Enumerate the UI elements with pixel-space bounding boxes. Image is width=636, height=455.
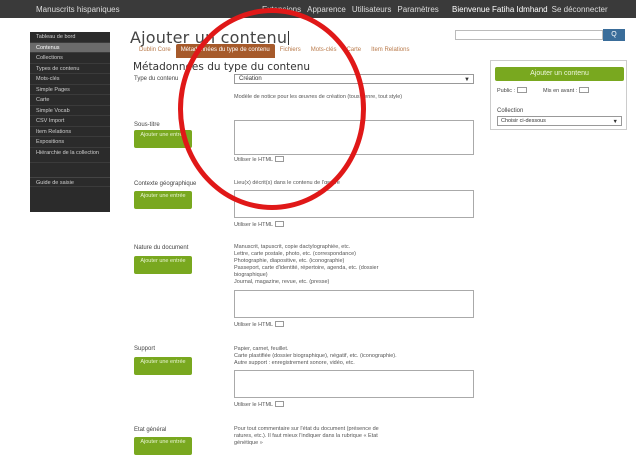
menu-extensions[interactable]: Extensions: [262, 5, 301, 14]
tab-item-type-metadata[interactable]: Métadonnées du type de contenu: [175, 44, 275, 58]
chevron-down-icon: ▼: [464, 77, 470, 83]
html-checkbox[interactable]: [275, 156, 285, 162]
section-title: Métadonnées du type du contenu: [133, 61, 311, 73]
textarea-document-nature[interactable]: [234, 290, 474, 318]
html-option-label: Utiliser le HTML: [234, 402, 274, 408]
featured-checkbox[interactable]: [579, 87, 590, 93]
help-line: Autre support : enregistrement sonore, v…: [234, 360, 355, 366]
help-line: Lieu(x) décrit(s) dans le contenu de l'œ…: [234, 180, 340, 186]
html-option-label: Utiliser le HTML: [234, 157, 274, 163]
sidebar-item-tags[interactable]: Mots-clés: [30, 74, 110, 85]
help-line: Lettre, carte postale, photo, etc. (corr…: [234, 251, 356, 257]
textarea-support[interactable]: [234, 370, 474, 398]
sidebar-item-guide[interactable]: Guide de saisie: [30, 176, 110, 187]
menu-users[interactable]: Utilisateurs: [352, 5, 392, 14]
help-line: ratures, etc.). Il faut mieux l'indiquer…: [234, 433, 378, 439]
search-button[interactable]: Q: [603, 29, 625, 41]
html-option-support: Utiliser le HTML: [234, 401, 285, 408]
text-cursor: [288, 31, 290, 45]
field-label-support: Support: [134, 346, 156, 352]
public-label: Public :: [497, 88, 516, 94]
sidebar-item-items[interactable]: Contenus: [30, 42, 110, 53]
html-option-subtitle: Utiliser le HTML: [234, 156, 285, 163]
html-option-document-nature: Utiliser le HTML: [234, 321, 285, 328]
help-line: Journal, magazine, revue, etc. (presse): [234, 279, 330, 285]
html-checkbox[interactable]: [275, 401, 285, 407]
sidebar-item-simple-vocab[interactable]: Simple Vocab: [30, 106, 110, 116]
search-input[interactable]: [455, 30, 603, 40]
help-geographic-context: Lieu(x) décrit(s) dans le contenu de l'œ…: [234, 180, 474, 187]
add-item-button[interactable]: Ajouter un contenu: [495, 67, 624, 81]
field-label-subtitle: Sous-titre: [134, 122, 160, 128]
help-support: Papier, carnet, feuillet. Carte plastifi…: [234, 346, 479, 367]
html-option-label: Utiliser le HTML: [234, 222, 274, 228]
help-line: Papier, carnet, feuillet.: [234, 346, 289, 352]
add-entry-button-general-state[interactable]: Ajouter une entrée: [134, 437, 192, 455]
textarea-geographic-context[interactable]: [234, 190, 474, 218]
item-type-value: Création: [239, 76, 262, 82]
admin-top-bar: Manuscrits hispaniques Extensions Appare…: [0, 0, 636, 18]
site-title-link[interactable]: Manuscrits hispaniques: [36, 5, 120, 14]
item-type-select[interactable]: Création ▼: [234, 74, 474, 84]
tab-item-relations[interactable]: Item Relations: [366, 44, 414, 58]
featured-label: Mis en avant :: [543, 88, 578, 94]
menu-settings[interactable]: Paramètres: [397, 5, 438, 14]
item-type-label: Type du contenu: [134, 76, 179, 82]
help-general-state: Pour tout commentaire sur l'état du docu…: [234, 426, 479, 447]
help-line: Passeport, carte d'identité, répertoire,…: [234, 265, 379, 271]
sidebar-item-simple-pages[interactable]: Simple Pages: [30, 85, 110, 95]
user-greeting: Bienvenue Fatiha Idmhand Se déconnecter: [452, 5, 608, 14]
item-type-help: Modèle de notice pour les œuvres de créa…: [234, 94, 403, 100]
admin-sidebar: Tableau de bord Contenus Collections Typ…: [30, 32, 110, 212]
field-label-geographic-context: Contexte géographique: [134, 181, 197, 187]
collection-value: Choisir ci-dessous: [501, 118, 546, 124]
sidebar-item-csv-import[interactable]: CSV Import: [30, 116, 110, 127]
sidebar-item-item-relations[interactable]: Item Relations: [30, 127, 110, 137]
collection-label: Collection: [497, 108, 524, 114]
help-line: génétique »: [234, 440, 263, 446]
help-line: Manuscrit, tapuscrit, copie dactylograph…: [234, 244, 351, 250]
field-label-general-state: Etat général: [134, 427, 167, 433]
add-entry-button-document-nature[interactable]: Ajouter une entrée: [134, 256, 192, 274]
sidebar-item-collections[interactable]: Collections: [30, 53, 110, 64]
sidebar-item-collection-tree[interactable]: Hiérarchie de la collection: [30, 148, 110, 163]
html-checkbox[interactable]: [275, 321, 285, 327]
help-document-nature: Manuscrit, tapuscrit, copie dactylograph…: [234, 244, 479, 286]
featured-option: Mis en avant :: [543, 87, 590, 94]
logout-link[interactable]: Se déconnecter: [552, 5, 608, 14]
help-line: Photographie, diapositive, etc. (iconogr…: [234, 258, 345, 264]
tab-dublin-core[interactable]: Dublin Core: [134, 44, 176, 58]
menu-appearance[interactable]: Apparence: [307, 5, 346, 14]
add-entry-button-geographic-context[interactable]: Ajouter une entrée: [134, 191, 192, 209]
html-checkbox[interactable]: [275, 221, 285, 227]
chevron-down-icon: ▼: [612, 119, 618, 125]
tab-map[interactable]: Carte: [341, 44, 366, 58]
sidebar-item-dashboard[interactable]: Tableau de bord: [30, 32, 110, 43]
user-greeting-text: Bienvenue Fatiha Idmhand: [452, 5, 548, 14]
public-checkbox[interactable]: [517, 87, 528, 93]
collection-select[interactable]: Choisir ci-dessous ▼: [497, 116, 622, 126]
help-line: Pour tout commentaire sur l'état du docu…: [234, 426, 379, 432]
add-entry-button-support[interactable]: Ajouter une entrée: [134, 357, 192, 375]
tab-files[interactable]: Fichiers: [275, 44, 306, 58]
html-option-geographic-context: Utiliser le HTML: [234, 221, 285, 228]
public-option: Public :: [497, 87, 528, 94]
textarea-subtitle[interactable]: [234, 120, 474, 155]
help-line: biographique): [234, 272, 268, 278]
field-label-document-nature: Nature du document: [134, 245, 189, 251]
save-panel: Ajouter un contenu Public : Mis en avant…: [490, 60, 627, 130]
html-option-label: Utiliser le HTML: [234, 322, 274, 328]
sidebar-item-map[interactable]: Carte: [30, 95, 110, 106]
tab-tags[interactable]: Mots-clés: [306, 44, 342, 58]
sidebar-item-item-types[interactable]: Types de contenu: [30, 64, 110, 74]
top-menu: Extensions Apparence Utilisateurs Paramè…: [262, 5, 439, 14]
add-entry-button-subtitle[interactable]: Ajouter une entrée: [134, 130, 192, 148]
item-tabs: Dublin Core Métadonnées du type de conte…: [134, 44, 414, 58]
help-line: Carte plastifiée (dossier biographique),…: [234, 353, 397, 359]
sidebar-item-exhibits[interactable]: Expositions: [30, 137, 110, 148]
